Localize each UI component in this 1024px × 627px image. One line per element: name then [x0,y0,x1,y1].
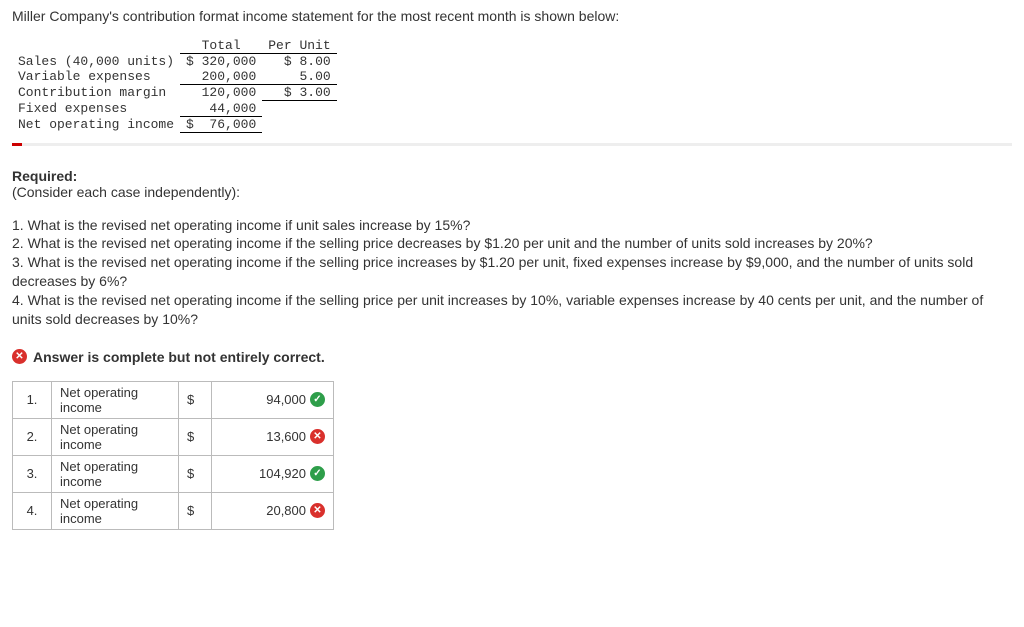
currency-symbol: $ [179,492,212,529]
question-item: 4. What is the revised net operating inc… [12,291,1012,329]
table-row: 3.Net operating income$104,920✓ [13,455,334,492]
currency-symbol: $ [179,381,212,418]
answer-value-cell[interactable]: 104,920✓ [212,455,334,492]
row-total: 120,000 [180,85,262,101]
cross-icon: ✕ [310,503,325,518]
income-statement: Total Per Unit Sales (40,000 units)$ 320… [12,38,337,133]
answer-label: Net operating income [52,455,179,492]
required-subtitle: (Consider each case independently): [12,184,1012,200]
feedback-text: Answer is complete but not entirely corr… [33,349,325,365]
answer-value: 13,600 [220,429,310,444]
row-total: 200,000 [180,69,262,85]
row-label: Sales (40,000 units) [12,54,180,70]
currency-symbol: $ [179,418,212,455]
answer-table: 1.Net operating income$94,000✓2.Net oper… [12,381,334,530]
row-per-unit [262,116,336,132]
row-total: $ 320,000 [180,54,262,70]
row-label: Variable expenses [12,69,180,85]
row-total: $ 76,000 [180,116,262,132]
answer-label: Net operating income [52,492,179,529]
cross-icon: ✕ [310,429,325,444]
answer-value-cell[interactable]: 13,600✕ [212,418,334,455]
answer-value: 104,920 [220,466,310,481]
question-item: 3. What is the revised net operating inc… [12,253,1012,291]
answer-number: 3. [13,455,52,492]
answer-number: 4. [13,492,52,529]
row-label: Contribution margin [12,85,180,101]
progress-bar [12,143,1012,146]
row-total: 44,000 [180,101,262,117]
check-icon: ✓ [310,392,325,407]
question-list: 1. What is the revised net operating inc… [12,216,1012,329]
answer-value-cell[interactable]: 20,800✕ [212,492,334,529]
table-row: 4.Net operating income$20,800✕ [13,492,334,529]
check-icon: ✓ [310,466,325,481]
cross-icon: ✕ [12,349,27,364]
row-per-unit: $ 8.00 [262,54,336,70]
row-per-unit [262,101,336,117]
answer-label: Net operating income [52,418,179,455]
answer-value: 20,800 [220,503,310,518]
intro-text: Miller Company's contribution format inc… [12,8,1012,24]
question-item: 2. What is the revised net operating inc… [12,234,1012,253]
table-row: 1.Net operating income$94,000✓ [13,381,334,418]
answer-value-cell[interactable]: 94,000✓ [212,381,334,418]
row-label: Fixed expenses [12,101,180,117]
col-header-per-unit: Per Unit [262,38,336,54]
answer-value: 94,000 [220,392,310,407]
table-row: 2.Net operating income$13,600✕ [13,418,334,455]
row-label: Net operating income [12,116,180,132]
row-per-unit: $ 3.00 [262,85,336,101]
required-title: Required: [12,168,1012,184]
col-header-total: Total [180,38,262,54]
answer-number: 1. [13,381,52,418]
answer-label: Net operating income [52,381,179,418]
currency-symbol: $ [179,455,212,492]
answer-number: 2. [13,418,52,455]
feedback-banner: ✕ Answer is complete but not entirely co… [12,349,1012,365]
row-per-unit: 5.00 [262,69,336,85]
question-item: 1. What is the revised net operating inc… [12,216,1012,235]
